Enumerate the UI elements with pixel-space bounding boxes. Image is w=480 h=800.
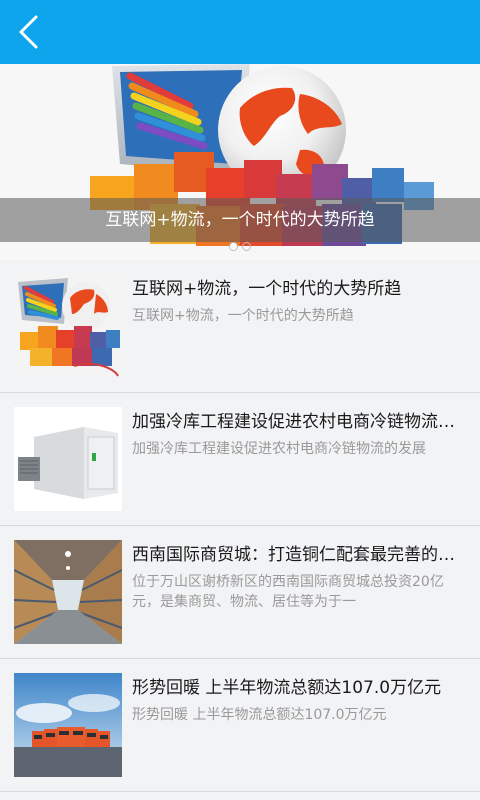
- news-summary: 互联网+物流，一个时代的大势所趋: [132, 308, 354, 324]
- banner-caption-bar: 互联网+物流，一个时代的大势所趋: [0, 198, 480, 242]
- news-thumbnail: [14, 673, 122, 777]
- chevron-left-icon: [19, 15, 38, 49]
- back-button[interactable]: [0, 0, 56, 64]
- carousel-indicator: [0, 242, 480, 254]
- news-title: 加强冷库工程建设促进农村电商冷链物流的发展: [132, 412, 470, 432]
- news-thumbnail: [14, 540, 122, 644]
- carousel-dot-active[interactable]: [229, 242, 238, 251]
- news-thumbnail: [14, 407, 122, 511]
- news-summary: 形势回暖 上半年物流总额达107.0万亿元: [132, 707, 387, 723]
- news-title: 西南国际商贸城：打造铜仁配套最完善的商贸物流城: [132, 545, 470, 565]
- banner-carousel[interactable]: 互联网+物流，一个时代的大势所趋: [0, 64, 480, 260]
- app-header: [0, 0, 480, 64]
- news-summary: 位于万山区谢桥新区的西南国际商贸城总投资20亿元，是集商贸、物流、居住等为于一: [132, 574, 444, 610]
- carousel-dot[interactable]: [242, 242, 251, 251]
- news-title: 形势回暖 上半年物流总额达107.0万亿元: [132, 678, 442, 698]
- news-item[interactable]: 加强冷库工程建设促进农村电商冷链物流的发展 加强冷库工程建设促进农村电商冷链物流…: [0, 393, 480, 526]
- news-item[interactable]: 形势回暖 上半年物流总额达107.0万亿元 形势回暖 上半年物流总额达107.0…: [0, 659, 480, 792]
- banner-caption: 互联网+物流，一个时代的大势所趋: [105, 210, 375, 230]
- news-item[interactable]: 互联网+物流，一个时代的大势所趋 互联网+物流，一个时代的大势所趋: [0, 260, 480, 393]
- news-title: 互联网+物流，一个时代的大势所趋: [132, 279, 402, 299]
- news-thumbnail: [14, 274, 122, 378]
- news-summary: 加强冷库工程建设促进农村电商冷链物流的发展: [132, 441, 426, 457]
- news-list: 互联网+物流，一个时代的大势所趋 互联网+物流，一个时代的大势所趋 加强冷库工程…: [0, 260, 480, 800]
- news-item[interactable]: 西南国际商贸城：打造铜仁配套最完善的商贸物流城 位于万山区谢桥新区的西南国际商贸…: [0, 526, 480, 659]
